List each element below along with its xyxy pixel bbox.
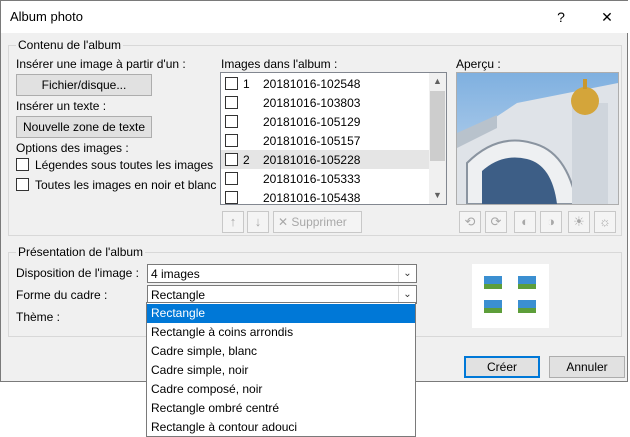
image-name: 20181016-102548 — [263, 77, 361, 91]
image-name: 20181016-105129 — [263, 115, 361, 129]
image-checkbox[interactable] — [225, 153, 238, 166]
frame-shape-value: Rectangle — [151, 288, 206, 302]
delete-button[interactable]: ✕ Supprimer — [273, 211, 362, 233]
scroll-thumb[interactable] — [430, 91, 445, 161]
dialog-title: Album photo — [10, 9, 83, 24]
brightness-up-icon[interactable]: ☀ — [568, 211, 590, 233]
rotate-left-icon[interactable]: ⟲ — [459, 211, 481, 233]
delete-icon: ✕ — [278, 215, 289, 229]
help-icon[interactable]: ? — [539, 1, 583, 33]
picture-layout-value: 4 images — [151, 267, 200, 281]
frame-option[interactable]: Cadre simple, blanc — [147, 342, 415, 361]
move-down-icon[interactable]: ↓ — [247, 211, 269, 233]
brightness-down-icon[interactable]: ☼ — [594, 211, 616, 233]
list-scrollbar[interactable]: ▲ ▼ — [429, 73, 446, 204]
frame-shape-dropdown[interactable]: Rectangle Rectangle à coins arrondis Cad… — [146, 302, 416, 437]
chevron-down-icon[interactable]: ⌄ — [398, 286, 416, 303]
image-name: 20181016-105333 — [263, 172, 361, 186]
image-checkbox[interactable] — [225, 172, 238, 185]
list-item[interactable]: 20181016-105157 — [221, 131, 429, 150]
image-checkbox[interactable] — [225, 96, 238, 109]
image-checkbox[interactable] — [225, 77, 238, 90]
chevron-down-icon[interactable]: ⌄ — [398, 265, 416, 282]
album-images-label: Images dans l'album : — [221, 57, 338, 71]
contrast-up-icon[interactable]: ◐ — [514, 211, 536, 233]
frame-option[interactable]: Rectangle ombré centré — [147, 399, 415, 418]
image-name: 20181016-105438 — [263, 191, 361, 205]
image-checkbox[interactable] — [225, 191, 238, 204]
picture-layout-label: Disposition de l'image : — [16, 266, 140, 280]
image-name: 20181016-103803 — [263, 96, 361, 110]
theme-label: Thème : — [16, 310, 61, 324]
black-white-label: Toutes les images en noir et blanc — [35, 178, 217, 192]
content-group-label: Contenu de l'album — [16, 38, 124, 52]
list-item[interactable]: 20181016-105438 — [221, 188, 429, 205]
list-item[interactable]: 20181016-105129 — [221, 112, 429, 131]
picture-layout-select[interactable]: 4 images ⌄ — [147, 264, 417, 283]
frame-option[interactable]: Cadre simple, noir — [147, 361, 415, 380]
preview-image — [456, 72, 619, 205]
cancel-button[interactable]: Annuler — [549, 356, 625, 378]
move-up-icon[interactable]: ↑ — [222, 211, 244, 233]
frame-option[interactable]: Rectangle — [147, 304, 415, 323]
file-disk-button[interactable]: Fichier/disque... — [16, 74, 152, 96]
frame-option[interactable]: Rectangle à coins arrondis — [147, 323, 415, 342]
frame-option[interactable]: Rectangle à contour adouci — [147, 418, 415, 437]
image-checkbox[interactable] — [225, 134, 238, 147]
insert-text-label: Insérer un texte : — [16, 99, 107, 113]
scroll-up-icon[interactable]: ▲ — [429, 73, 446, 90]
rotate-right-icon[interactable]: ⟳ — [485, 211, 507, 233]
album-images-list[interactable]: 1 20181016-102548 20181016-103803 201810… — [220, 72, 447, 205]
black-white-checkbox[interactable] — [16, 178, 29, 191]
preview-label: Aperçu : — [456, 57, 501, 71]
frame-shape-label: Forme du cadre : — [16, 288, 108, 302]
layout-preview — [472, 264, 549, 328]
list-item[interactable]: 1 20181016-102548 — [221, 74, 429, 93]
create-button[interactable]: Créer — [464, 356, 540, 378]
list-item[interactable]: 20181016-105333 — [221, 169, 429, 188]
scroll-down-icon[interactable]: ▼ — [429, 187, 446, 204]
four-images-layout-icon — [484, 276, 536, 313]
image-checkbox[interactable] — [225, 115, 238, 128]
image-options-label: Options des images : — [16, 141, 129, 155]
captions-checkbox[interactable] — [16, 158, 29, 171]
new-text-box-button[interactable]: Nouvelle zone de texte — [16, 116, 152, 138]
captions-label: Légendes sous toutes les images — [35, 158, 214, 172]
list-item-selected[interactable]: 2 20181016-105228 — [221, 150, 429, 169]
insert-from-label: Insérer une image à partir d'un : — [16, 57, 186, 71]
image-name: 20181016-105228 — [263, 153, 361, 167]
title-bar: Album photo ? ✕ — [1, 1, 629, 33]
image-number: 2 — [243, 153, 250, 167]
image-name: 20181016-105157 — [263, 134, 361, 148]
close-icon[interactable]: ✕ — [585, 1, 629, 33]
layout-group-label: Présentation de l'album — [16, 245, 146, 259]
list-item[interactable]: 20181016-103803 — [221, 93, 429, 112]
image-number: 1 — [243, 77, 250, 91]
contrast-down-icon[interactable]: ◑ — [540, 211, 562, 233]
preview-photo — [457, 73, 618, 204]
frame-option[interactable]: Cadre composé, noir — [147, 380, 415, 399]
